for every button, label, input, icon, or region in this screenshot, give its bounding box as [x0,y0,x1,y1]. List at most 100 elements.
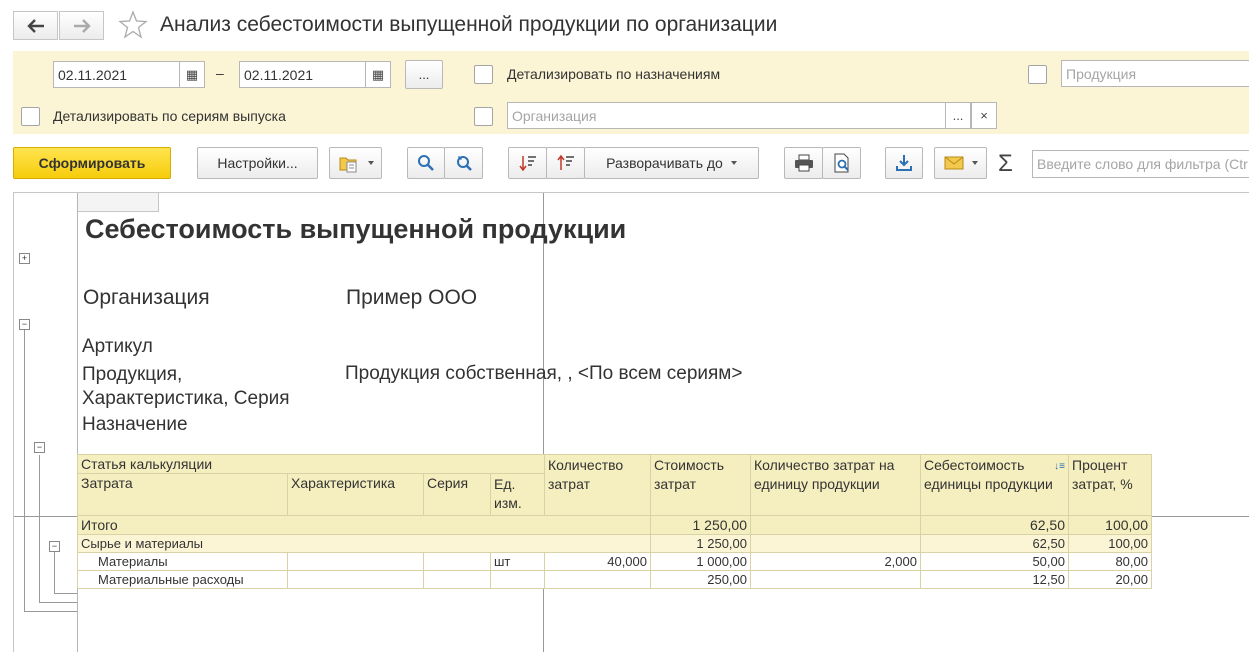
cell-qty-per-unit[interactable] [750,570,921,589]
header-unit-cost[interactable]: Себестоимость единицы продукции ↓≡ [920,454,1069,516]
cell-percent[interactable]: 100,00 [1068,534,1152,553]
calendar-icon[interactable]: ▦ [365,61,391,88]
generate-button[interactable]: Сформировать [13,147,171,179]
favorite-star-icon[interactable] [118,10,148,40]
cell-name[interactable]: Итого [77,515,651,535]
cell-series[interactable] [423,552,491,571]
cell-qty-per-unit[interactable] [750,515,921,535]
search-placeholder: Введите слово для фильтра (Ctr [1037,156,1248,172]
cell-name[interactable]: Сырье и материалы [77,534,651,553]
header-percent[interactable]: Процент затрат, % [1068,454,1152,516]
select-period-button[interactable]: ... [405,60,443,89]
collapse-group-icon[interactable]: − [34,442,45,453]
variants-button[interactable] [329,147,382,179]
date-from-field[interactable]: 02.11.2021 ▦ [53,61,205,88]
header-cost-item[interactable]: Затрата [77,473,288,516]
sort-asc-button[interactable] [546,147,585,179]
collapse-group-icon[interactable]: − [49,541,60,552]
cell-name[interactable]: Материалы [77,552,288,571]
header-qty-cost[interactable]: Количество затрат [544,454,651,516]
cell-unit-cost[interactable]: 62,50 [920,515,1069,535]
sort-descending-icon [518,156,536,172]
cell-unit-cost[interactable]: 62,50 [920,534,1069,553]
header-cost-value[interactable]: Стоимость затрат [650,454,751,516]
cell-cost[interactable]: 250,00 [650,570,751,589]
detail-by-series-label: Детализировать по сериям выпуска [53,108,286,124]
report-variants-icon [339,157,356,173]
table-row[interactable]: Материальные расходы 250,00 12,50 20,00 [77,570,1152,589]
find-next-button[interactable] [444,147,483,179]
cell-series[interactable] [423,570,491,589]
cell-qty-per-unit[interactable]: 2,000 [750,552,921,571]
cost-table: Статья калькуляции Количество затрат Сто… [77,454,1152,589]
cell-cost[interactable]: 1 250,00 [650,515,751,535]
detail-by-purpose-checkbox[interactable] [474,65,493,84]
tree-line [24,611,77,612]
tree-line [54,593,77,594]
cell-qty-per-unit[interactable] [750,534,921,553]
detail-by-series-checkbox[interactable] [21,107,40,126]
report-title: Себестоимость выпущенной продукции [85,214,627,244]
cell-percent[interactable]: 100,00 [1068,515,1152,535]
group-row[interactable]: Сырье и материалы 1 250,00 62,50 100,00 [77,534,1152,553]
chevron-down-icon [367,161,374,165]
total-row[interactable]: Итого 1 250,00 62,50 100,00 [77,515,1152,535]
article-label: Артикул [82,336,153,357]
chevron-down-icon [730,161,737,165]
table-row[interactable]: Материалы шт 40,000 1 000,00 2,000 50,00 80,00 [77,552,1152,571]
print-button[interactable] [784,147,823,179]
cell-percent[interactable]: 20,00 [1068,570,1152,589]
search-next-icon [456,156,472,171]
cell-percent[interactable]: 80,00 [1068,552,1152,571]
org-value: Пример ООО [346,286,478,309]
expand-to-label: Разворачивать до [606,155,723,171]
sort-desc-button[interactable] [508,147,547,179]
collapse-group-icon[interactable]: − [19,319,30,330]
cell-unit[interactable]: шт [490,552,545,571]
product-field[interactable]: Продукция [1061,60,1249,87]
cell-cost[interactable]: 1 000,00 [650,552,751,571]
cell-characteristic[interactable] [287,552,424,571]
tree-line [24,329,25,611]
sheet-corner-cell [77,193,159,212]
expand-group-icon[interactable]: + [19,253,30,264]
product-placeholder: Продукция [1066,65,1137,82]
detail-by-purpose-label: Детализировать по назначениям [507,66,721,82]
header-qty-per-unit[interactable]: Количество затрат на единицу продукции [750,454,921,516]
printer-icon [794,154,813,172]
organization-clear-button[interactable]: × [971,102,997,129]
header-unit[interactable]: Ед. изм. [490,473,545,516]
save-button[interactable] [885,147,923,179]
report-area: + − − − Себестоимость выпущенной продукц… [13,192,1249,652]
organization-checkbox[interactable] [474,107,493,126]
cell-cost[interactable]: 1 250,00 [650,534,751,553]
send-email-button[interactable] [934,147,987,179]
cell-name[interactable]: Материальные расходы [77,570,288,589]
cell-unit-cost[interactable]: 50,00 [920,552,1069,571]
date-to-field[interactable]: 02.11.2021 ▦ [239,61,391,88]
filter-search-input[interactable]: Введите слово для фильтра (Ctr [1032,150,1249,178]
organization-select-button[interactable]: ... [945,102,971,129]
cell-characteristic[interactable] [287,570,424,589]
header-series[interactable]: Серия [423,473,491,516]
product-checkbox[interactable] [1028,65,1047,84]
find-button[interactable] [407,147,445,179]
cell-unit-cost[interactable]: 12,50 [920,570,1069,589]
cell-unit[interactable] [490,570,545,589]
forward-button[interactable] [59,11,104,40]
arrow-left-icon [26,18,44,33]
back-button[interactable] [13,11,58,40]
page-title: Анализ себестоимости выпущенной продукци… [160,13,778,36]
tree-line [54,552,55,594]
header-characteristic[interactable]: Характеристика [287,473,424,516]
sum-icon[interactable]: Σ [998,150,1013,178]
settings-button[interactable]: Настройки... [197,147,318,179]
download-icon [896,155,912,171]
calendar-icon[interactable]: ▦ [179,61,205,88]
tree-line [39,455,40,603]
print-preview-button[interactable] [822,147,861,179]
expand-to-button[interactable]: Разворачивать до [584,147,759,179]
organization-field[interactable]: Организация ... × [507,102,997,129]
cell-qty[interactable] [544,570,651,589]
cell-qty[interactable]: 40,000 [544,552,651,571]
